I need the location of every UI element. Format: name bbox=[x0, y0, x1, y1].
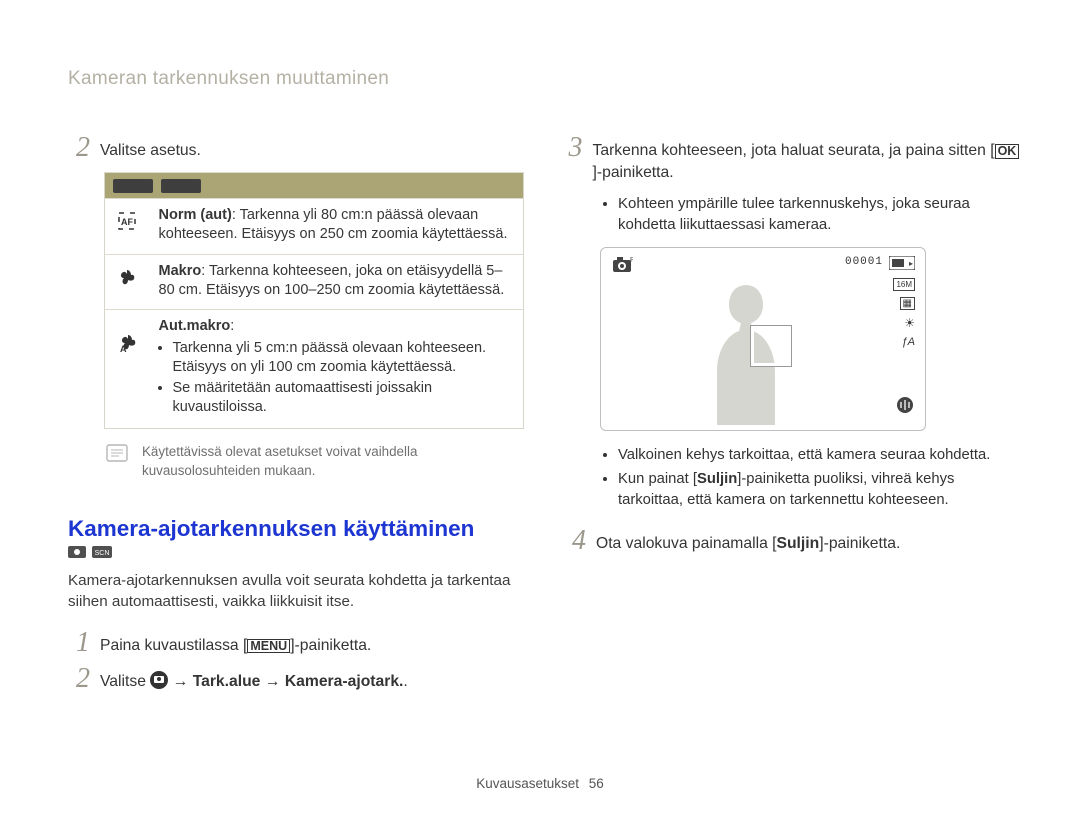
step-number: 1 bbox=[68, 629, 90, 657]
bold-text: Kamera-ajotark. bbox=[285, 673, 404, 690]
ok-icon: OK bbox=[995, 144, 1020, 159]
bullet-item: Kohteen ympärille tulee tarkennuskehys, … bbox=[618, 193, 1020, 235]
footer-section: Kuvausasetukset bbox=[476, 776, 579, 791]
text-part: . bbox=[403, 673, 407, 690]
camera-icon bbox=[150, 671, 168, 689]
step-3: 3 Tarkenna kohteeseen, jota haluat seura… bbox=[564, 134, 1020, 185]
flash-icon: ƒA bbox=[902, 336, 915, 348]
shot-counter: 00001 bbox=[845, 256, 883, 268]
bold-text: Tark.alue bbox=[193, 673, 261, 690]
page-footer: Kuvausasetukset 56 bbox=[0, 776, 1080, 791]
step-text: Valitse asetus. bbox=[100, 134, 201, 162]
step-text: Valitse → Tark.alue → Kamera-ajotark.. bbox=[100, 665, 408, 693]
text-part: ]-painiketta. bbox=[593, 164, 674, 181]
step-3-bullets: Kohteen ympärille tulee tarkennuskehys, … bbox=[564, 193, 1020, 235]
section-heading: Kamera-ajotarkennuksen käyttäminen bbox=[68, 516, 524, 542]
storage-icon: ▸ bbox=[889, 256, 915, 275]
row-bullets: Tarkenna yli 5 cm:n päässä olevaan kohte… bbox=[159, 339, 514, 418]
row-title: Makro bbox=[159, 263, 202, 279]
step-text: Ota valokuva painamalla [Suljin]-painike… bbox=[596, 527, 900, 555]
page: Kameran tarkennuksen muuttaminen 2 Valit… bbox=[0, 0, 1080, 815]
bullet-item: Valkoinen kehys tarkoittaa, että kamera … bbox=[618, 445, 1020, 466]
bold-text: Suljin bbox=[777, 535, 820, 552]
row-text: : Tarkenna kohteeseen, joka on etäisyyde… bbox=[159, 263, 505, 298]
text-part: Ota valokuva painamalla [ bbox=[596, 535, 777, 552]
row-text: : bbox=[230, 318, 234, 334]
after-preview-bullets: Valkoinen kehys tarkoittaa, että kamera … bbox=[564, 445, 1020, 511]
text-part: Paina kuvaustilassa [ bbox=[100, 637, 247, 654]
text-part: → bbox=[260, 673, 284, 690]
mode-icons bbox=[113, 179, 523, 193]
row-body: Aut.makro: Tarkenna yli 5 cm:n päässä ol… bbox=[151, 309, 524, 429]
text-part: ]-painiketta. bbox=[819, 535, 900, 552]
table-row: Makro: Tarkenna kohteeseen, joka on etäi… bbox=[105, 254, 524, 309]
camera-mode-icon: P bbox=[611, 256, 633, 279]
row-icon-macro bbox=[105, 254, 151, 309]
table-header bbox=[105, 173, 524, 199]
mode-icons-row: SCN bbox=[68, 546, 524, 565]
menu-icon: MENU bbox=[247, 639, 290, 654]
table-row: AF Norm (aut): Tarkenna yli 80 cm:n pääs… bbox=[105, 199, 524, 254]
resolution-badge: 16M bbox=[893, 278, 915, 291]
right-column: 3 Tarkenna kohteeseen, jota haluat seura… bbox=[564, 134, 1020, 701]
svg-text:A: A bbox=[120, 344, 127, 354]
flower-icon bbox=[116, 266, 138, 288]
page-title: Kameran tarkennuksen muuttaminen bbox=[68, 68, 1020, 90]
table-row: A Aut.makro: Tarkenna yli 5 cm:n päässä … bbox=[105, 309, 524, 429]
row-icon-af: AF bbox=[105, 199, 151, 254]
step-text: Tarkenna kohteeseen, jota haluat seurata… bbox=[593, 134, 1020, 185]
note-text: Käytettävissä olevat asetukset voivat va… bbox=[142, 443, 524, 479]
wb-icon: ☀ bbox=[904, 316, 915, 330]
text-part: Kun painat [ bbox=[618, 471, 697, 487]
note: Käytettävissä olevat asetukset voivat va… bbox=[104, 443, 524, 479]
tracking-frame bbox=[751, 326, 791, 366]
row-icon-automacro: A bbox=[105, 309, 151, 429]
text-part: ]-painiketta. bbox=[290, 637, 371, 654]
svg-text:P: P bbox=[630, 257, 633, 264]
section-intro: Kamera-ajotarkennuksen avulla voit seura… bbox=[68, 571, 524, 613]
flower-a-icon: A bbox=[116, 332, 138, 354]
row-title: Norm (aut) bbox=[159, 207, 232, 223]
bullet-item: Se määritetään automaattisesti joissakin… bbox=[173, 379, 514, 417]
bold-text: Suljin bbox=[697, 471, 737, 487]
row-title: Aut.makro bbox=[159, 318, 231, 334]
camera-preview: P 00001 ▸ 16M ▦ ☀ ƒA bbox=[600, 247, 926, 431]
row-body: Norm (aut): Tarkenna yli 80 cm:n päässä … bbox=[151, 199, 524, 254]
grid-icon: ▦ bbox=[900, 297, 915, 310]
text-part: → bbox=[168, 673, 192, 690]
step-2: 2 Valitse → Tark.alue → Kamera-ajotark.. bbox=[68, 665, 524, 693]
step-1: 1 Paina kuvaustilassa [MENU]-painiketta. bbox=[68, 629, 524, 657]
note-icon bbox=[104, 443, 132, 470]
step-number: 3 bbox=[564, 134, 583, 162]
row-body: Makro: Tarkenna kohteeseen, joka on etäi… bbox=[151, 254, 524, 309]
bullet-item: Tarkenna yli 5 cm:n päässä olevaan kohte… bbox=[173, 339, 514, 377]
side-indicators: 16M ▦ ☀ ƒA bbox=[893, 278, 915, 348]
svg-text:AF: AF bbox=[121, 217, 133, 227]
svg-text:SCN: SCN bbox=[95, 550, 110, 557]
step-number: 2 bbox=[68, 134, 90, 162]
step-number: 2 bbox=[68, 665, 90, 693]
step-text: Paina kuvaustilassa [MENU]-painiketta. bbox=[100, 629, 371, 657]
step-number: 4 bbox=[564, 527, 586, 555]
page-number: 56 bbox=[589, 776, 604, 791]
text-part: Valitse bbox=[100, 673, 150, 690]
focus-table: AF Norm (aut): Tarkenna yli 80 cm:n pääs… bbox=[104, 172, 524, 429]
step-4: 4 Ota valokuva painamalla [Suljin]-paini… bbox=[564, 527, 1020, 555]
left-column: 2 Valitse asetus. AF Norm (aut bbox=[68, 134, 524, 701]
columns: 2 Valitse asetus. AF Norm (aut bbox=[68, 134, 1020, 701]
af-icon: AF bbox=[116, 210, 138, 232]
text-part: Tarkenna kohteeseen, jota haluat seurata… bbox=[593, 142, 995, 159]
svg-text:▸: ▸ bbox=[909, 259, 913, 268]
bullet-item: Kun painat [Suljin]-painiketta puoliksi,… bbox=[618, 469, 1020, 510]
stabilization-icon bbox=[895, 395, 915, 420]
step-2-left: 2 Valitse asetus. bbox=[68, 134, 524, 162]
